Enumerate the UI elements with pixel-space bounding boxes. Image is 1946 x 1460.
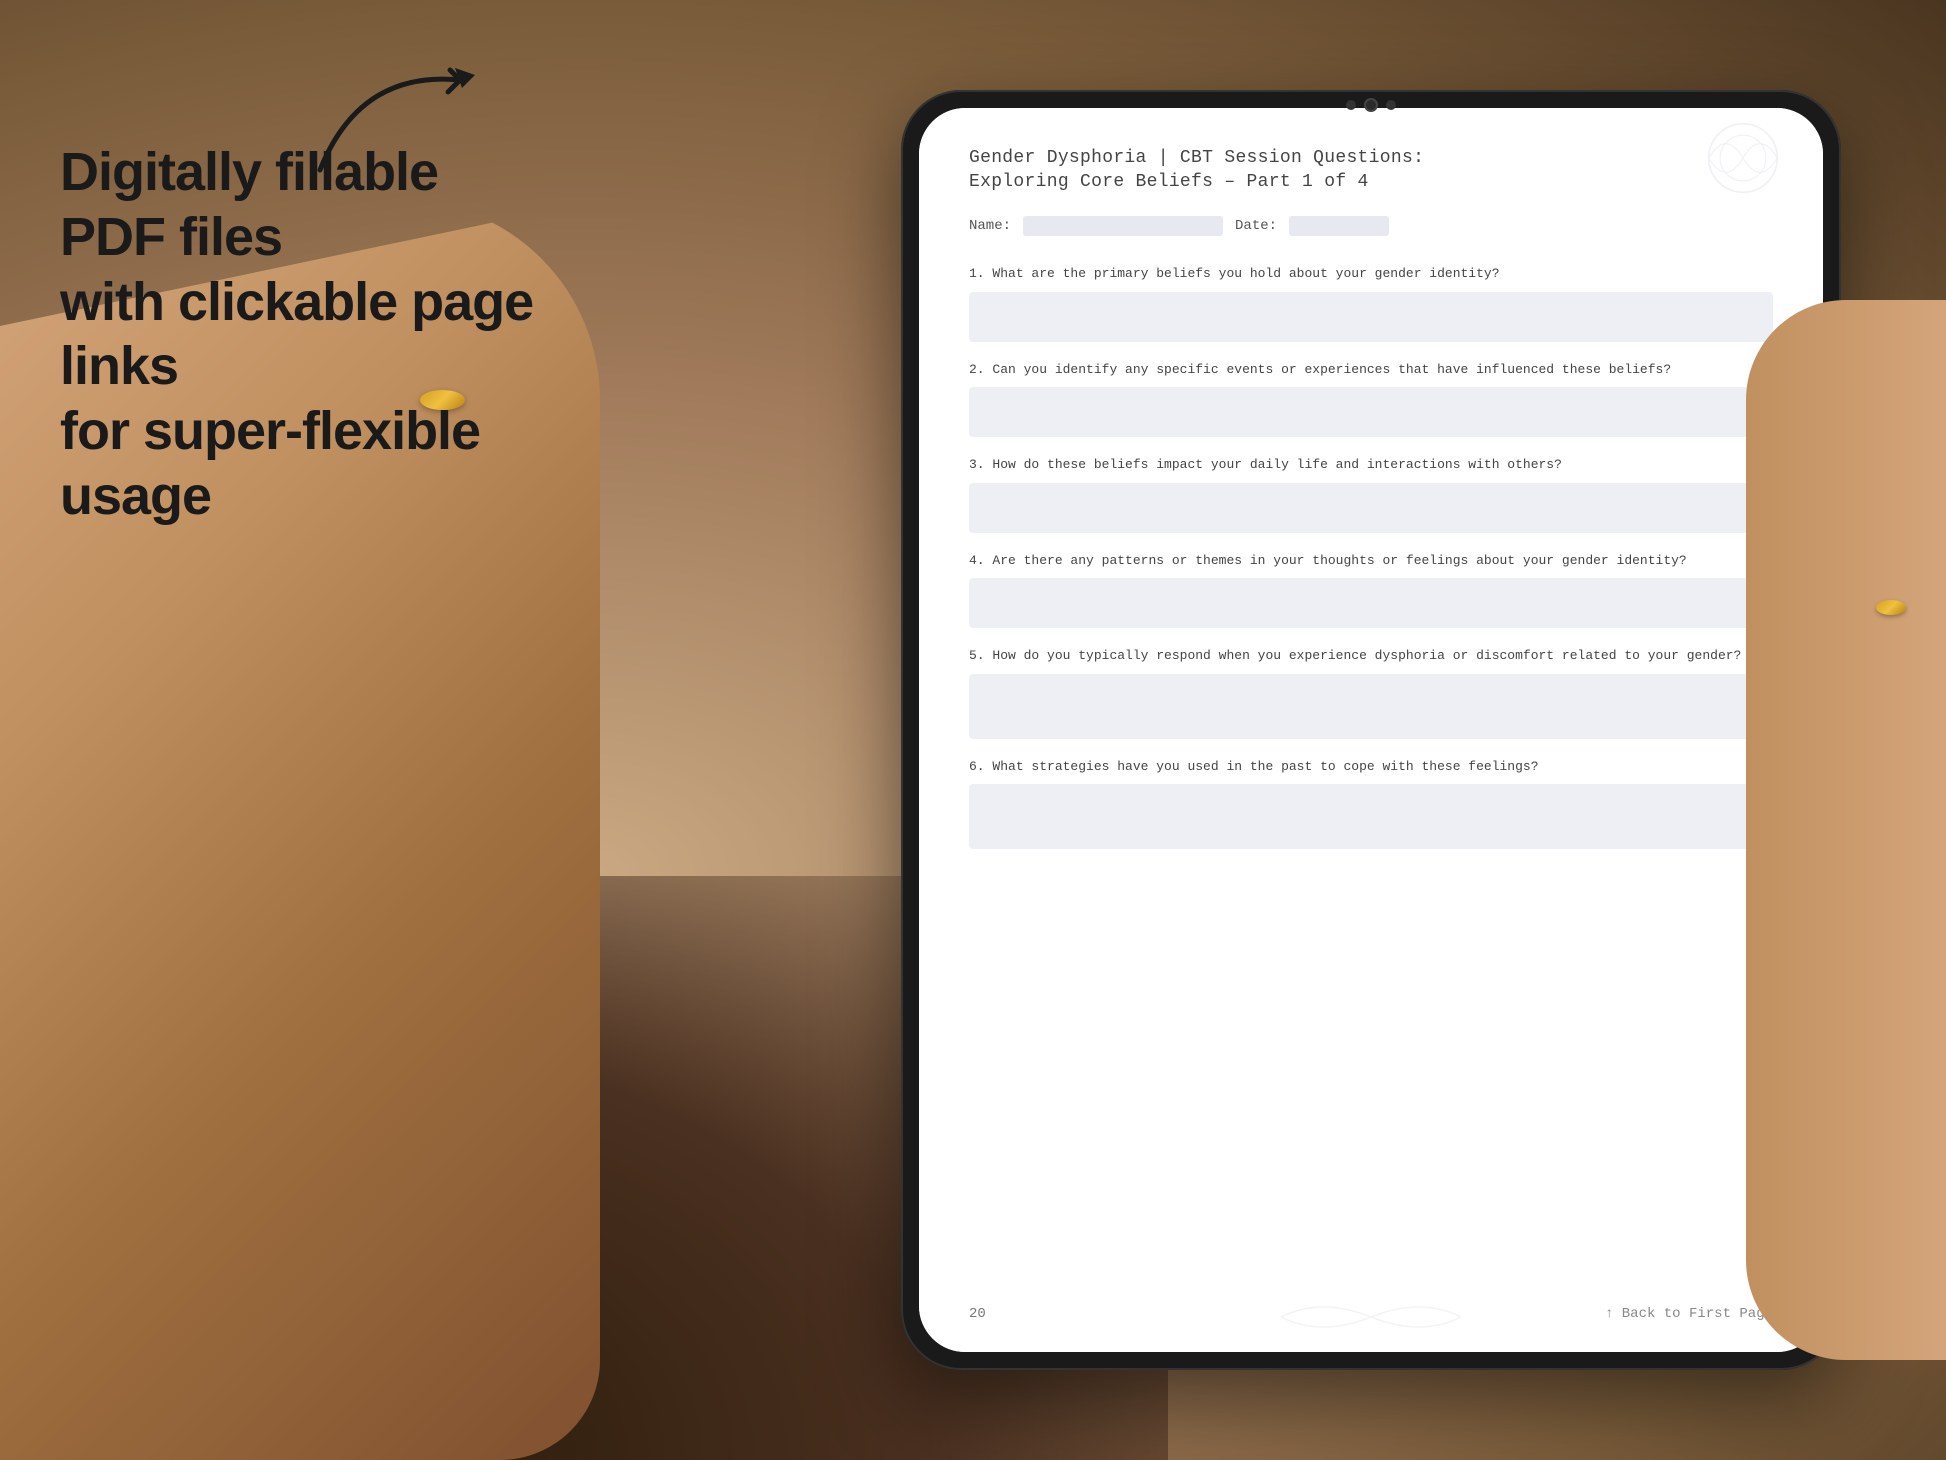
pdf-answer-3[interactable] (969, 483, 1773, 533)
pdf-question-4: 4. Are there any patterns or themes in y… (969, 551, 1773, 629)
tablet-camera-bar (1346, 90, 1396, 112)
camera-lens (1364, 98, 1378, 112)
pdf-question-5: 5. How do you typically respond when you… (969, 646, 1773, 739)
sensor-1 (1346, 100, 1356, 110)
pdf-name-input[interactable] (1023, 216, 1223, 236)
tablet-screen: Gender Dysphoria | CBT Session Questions… (919, 108, 1823, 1352)
tablet-wrapper: Gender Dysphoria | CBT Session Questions… (846, 30, 1896, 1430)
pdf-answer-6[interactable] (969, 784, 1773, 849)
marketing-text: Digitally fillable PDF files with clicka… (60, 140, 540, 529)
watermark-top (1683, 118, 1803, 198)
pdf-question-4-text: 4. Are there any patterns or themes in y… (969, 551, 1773, 571)
pdf-question-5-text: 5. How do you typically respond when you… (969, 646, 1773, 666)
tablet-device: Gender Dysphoria | CBT Session Questions… (901, 90, 1841, 1370)
pdf-question-3-text: 3. How do these beliefs impact your dail… (969, 455, 1773, 475)
watermark-bottom (1271, 1292, 1471, 1342)
pdf-date-input[interactable] (1289, 216, 1389, 236)
pdf-answer-4[interactable] (969, 578, 1773, 628)
pdf-date-label: Date: (1235, 218, 1277, 234)
hand-right (1746, 300, 1946, 1360)
pdf-question-1: 1. What are the primary beliefs you hold… (969, 264, 1773, 342)
pdf-question-2: 2. Can you identify any specific events … (969, 360, 1773, 438)
pdf-page-number: 20 (969, 1306, 986, 1322)
pdf-document: Gender Dysphoria | CBT Session Questions… (919, 108, 1823, 1352)
ring-right (1876, 600, 1906, 615)
pdf-name-date-row: Name: Date: (969, 216, 1773, 236)
sensor-2 (1386, 100, 1396, 110)
pdf-answer-1[interactable] (969, 292, 1773, 342)
pdf-question-2-text: 2. Can you identify any specific events … (969, 360, 1773, 380)
pdf-question-3: 3. How do these beliefs impact your dail… (969, 455, 1773, 533)
pdf-name-label: Name: (969, 218, 1011, 234)
pdf-question-6: 6. What strategies have you used in the … (969, 757, 1773, 850)
pdf-title-sub: Exploring Core Beliefs – Part 1 of 4 (969, 172, 1773, 192)
pdf-question-6-text: 6. What strategies have you used in the … (969, 757, 1773, 777)
pdf-back-to-first-page-link[interactable]: ↑ Back to First Page (1605, 1306, 1773, 1322)
pdf-answer-5[interactable] (969, 674, 1773, 739)
marketing-text-content: Digitally fillable PDF files with clicka… (60, 140, 540, 529)
pdf-title-main: Gender Dysphoria | CBT Session Questions… (969, 148, 1773, 168)
pdf-answer-2[interactable] (969, 387, 1773, 437)
pdf-question-1-text: 1. What are the primary beliefs you hold… (969, 264, 1773, 284)
